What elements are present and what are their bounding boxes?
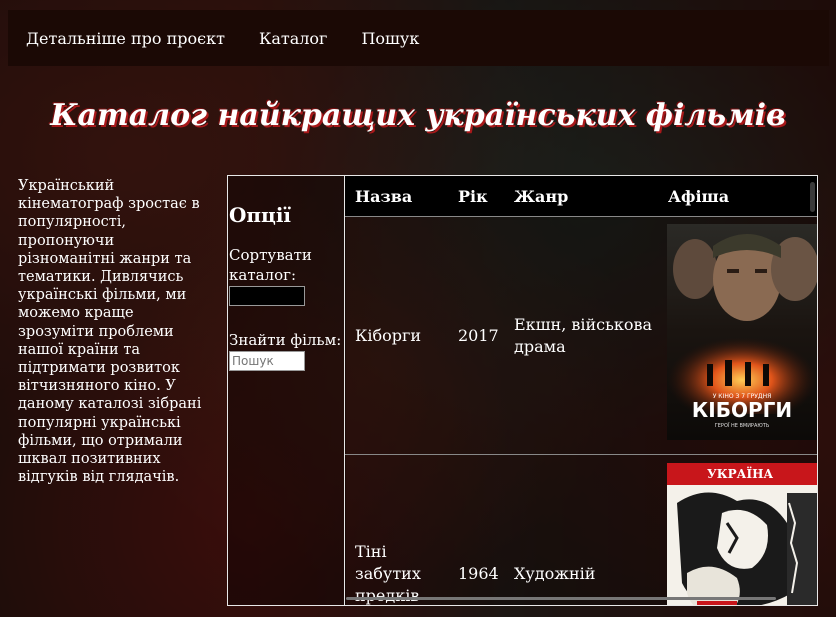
sort-input[interactable] <box>229 286 305 306</box>
top-navbar: Детальніше про проєкт Каталог Пошук <box>8 10 829 66</box>
catalog-table: Назва Рік Жанр Афіша Кіборги 2017 Екшн, … <box>344 175 818 606</box>
film-year: 1964 <box>458 564 499 583</box>
nav-link-catalog[interactable]: Каталог <box>259 29 328 48</box>
intro-text: Український кінематограф зростає в попул… <box>18 178 202 486</box>
table-row[interactable]: Тіні забутих предків 1964 Художній УКРАЇ… <box>345 455 817 605</box>
column-header-name: Назва <box>355 186 413 206</box>
poster-subtitle: ГЕРОЇ НЕ ВМИРАЮТЬ <box>715 422 770 429</box>
table-row[interactable]: Кіборги 2017 Екшн, військова драма У КІН… <box>345 217 817 455</box>
poster-kiborgy-image: У КІНО З 7 ГРУДНЯ КІБОРГИ ГЕРОЇ НЕ ВМИРА… <box>667 224 817 440</box>
options-panel: Опції Сортувати каталог: Знайти фільм: <box>227 175 346 606</box>
options-title: Опції <box>229 203 292 227</box>
column-header-genre: Жанр <box>514 186 569 206</box>
film-genre: Художній <box>514 564 596 583</box>
horizontal-scrollbar-thumb[interactable] <box>346 597 776 600</box>
poster-tini-image: УКРАЇНА <box>667 463 817 605</box>
sort-label: Сортувати каталог: <box>229 246 312 284</box>
find-film-label: Знайти фільм: <box>229 331 342 349</box>
film-genre: Екшн, військова драма <box>514 315 653 356</box>
poster-title: УКРАЇНА <box>707 466 773 481</box>
table-header: Назва Рік Жанр Афіша <box>345 176 817 217</box>
scrollbar-thumb[interactable] <box>810 182 815 212</box>
column-header-year: Рік <box>458 186 488 206</box>
page-title: Каталог найкращих українських фільмів <box>50 98 786 133</box>
column-header-poster: Афіша <box>668 186 730 206</box>
vertical-scrollbar[interactable] <box>810 178 816 604</box>
film-year: 2017 <box>458 326 499 345</box>
film-name: Кіборги <box>355 326 422 345</box>
search-input[interactable] <box>229 351 305 371</box>
poster-title: КІБОРГИ <box>692 398 792 422</box>
film-poster[interactable]: УКРАЇНА <box>667 463 817 605</box>
nav-link-about[interactable]: Детальніше про проєкт <box>26 29 225 48</box>
horizontal-scrollbar[interactable] <box>344 597 810 600</box>
film-poster[interactable]: У КІНО З 7 ГРУДНЯ КІБОРГИ ГЕРОЇ НЕ ВМИРА… <box>667 224 817 440</box>
nav-link-search[interactable]: Пошук <box>361 29 419 48</box>
